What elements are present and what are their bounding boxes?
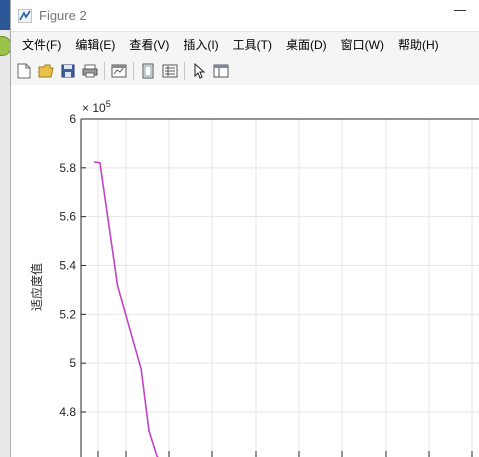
tool-bar <box>11 57 479 86</box>
y-tick-label: 5.8 <box>59 161 76 175</box>
menu-bar: 文件(F) 编辑(E) 查看(V) 插入(I) 工具(T) 桌面(D) 窗口(W… <box>11 32 479 57</box>
menu-edit[interactable]: 编辑(E) <box>68 36 122 53</box>
grid-layer <box>81 118 479 457</box>
figure-canvas: 6 5.8 5.6 5.4 5.2 5 4.8 × 105 适应度值 <box>11 85 479 457</box>
figure-window: Figure 2 文件(F) 编辑(E) 查看(V) 插入(I) 工具(T) 桌… <box>10 0 479 457</box>
new-file-icon[interactable] <box>15 62 33 80</box>
y-tick-label: 6 <box>69 112 76 126</box>
link-plot-icon[interactable] <box>110 62 128 80</box>
y-tick-label: 5.4 <box>59 259 76 273</box>
menu-desktop[interactable]: 桌面(D) <box>279 36 334 53</box>
menu-insert[interactable]: 插入(I) <box>176 36 225 53</box>
window-title: Figure 2 <box>39 8 87 23</box>
series-layer <box>93 161 159 457</box>
dock-panel-icon[interactable] <box>212 62 230 80</box>
matlab-icon <box>17 8 33 24</box>
y-tick-label: 5 <box>69 356 76 370</box>
open-folder-icon[interactable] <box>37 62 55 80</box>
menu-tools[interactable]: 工具(T) <box>226 36 279 53</box>
property-editor-icon[interactable] <box>161 62 179 80</box>
exponent-power: 5 <box>106 99 111 109</box>
plot-svg: 65.85.65.45.254.8 × 105 适应度值 <box>29 99 479 457</box>
toolbar-separator <box>104 62 105 80</box>
print-icon[interactable] <box>81 62 99 80</box>
menu-file[interactable]: 文件(F) <box>15 36 68 53</box>
menu-window[interactable]: 窗口(W) <box>334 36 391 53</box>
exponent-base: × 10 <box>82 101 106 115</box>
minimize-button[interactable] <box>454 10 466 11</box>
menu-help[interactable]: 帮助(H) <box>391 36 446 53</box>
menu-view[interactable]: 查看(V) <box>122 36 176 53</box>
toolbar-separator <box>133 62 134 80</box>
y-tick-label: 5.2 <box>59 307 76 321</box>
axis-layer: 6 5.8 5.6 5.4 5.2 5 4.8 <box>59 112 479 457</box>
series-line-0 <box>93 161 159 457</box>
y-exponent-label: × 105 <box>82 99 111 115</box>
y-tick-label: 4.8 <box>59 405 76 419</box>
save-icon[interactable] <box>59 62 77 80</box>
hide-tools-icon[interactable] <box>139 62 157 80</box>
title-bar[interactable]: Figure 2 <box>11 0 479 32</box>
toolbar-separator <box>184 62 185 80</box>
y-tick-label: 5.6 <box>59 210 76 224</box>
y-axis-label: 适应度值 <box>29 263 44 311</box>
pointer-icon[interactable] <box>190 62 208 80</box>
